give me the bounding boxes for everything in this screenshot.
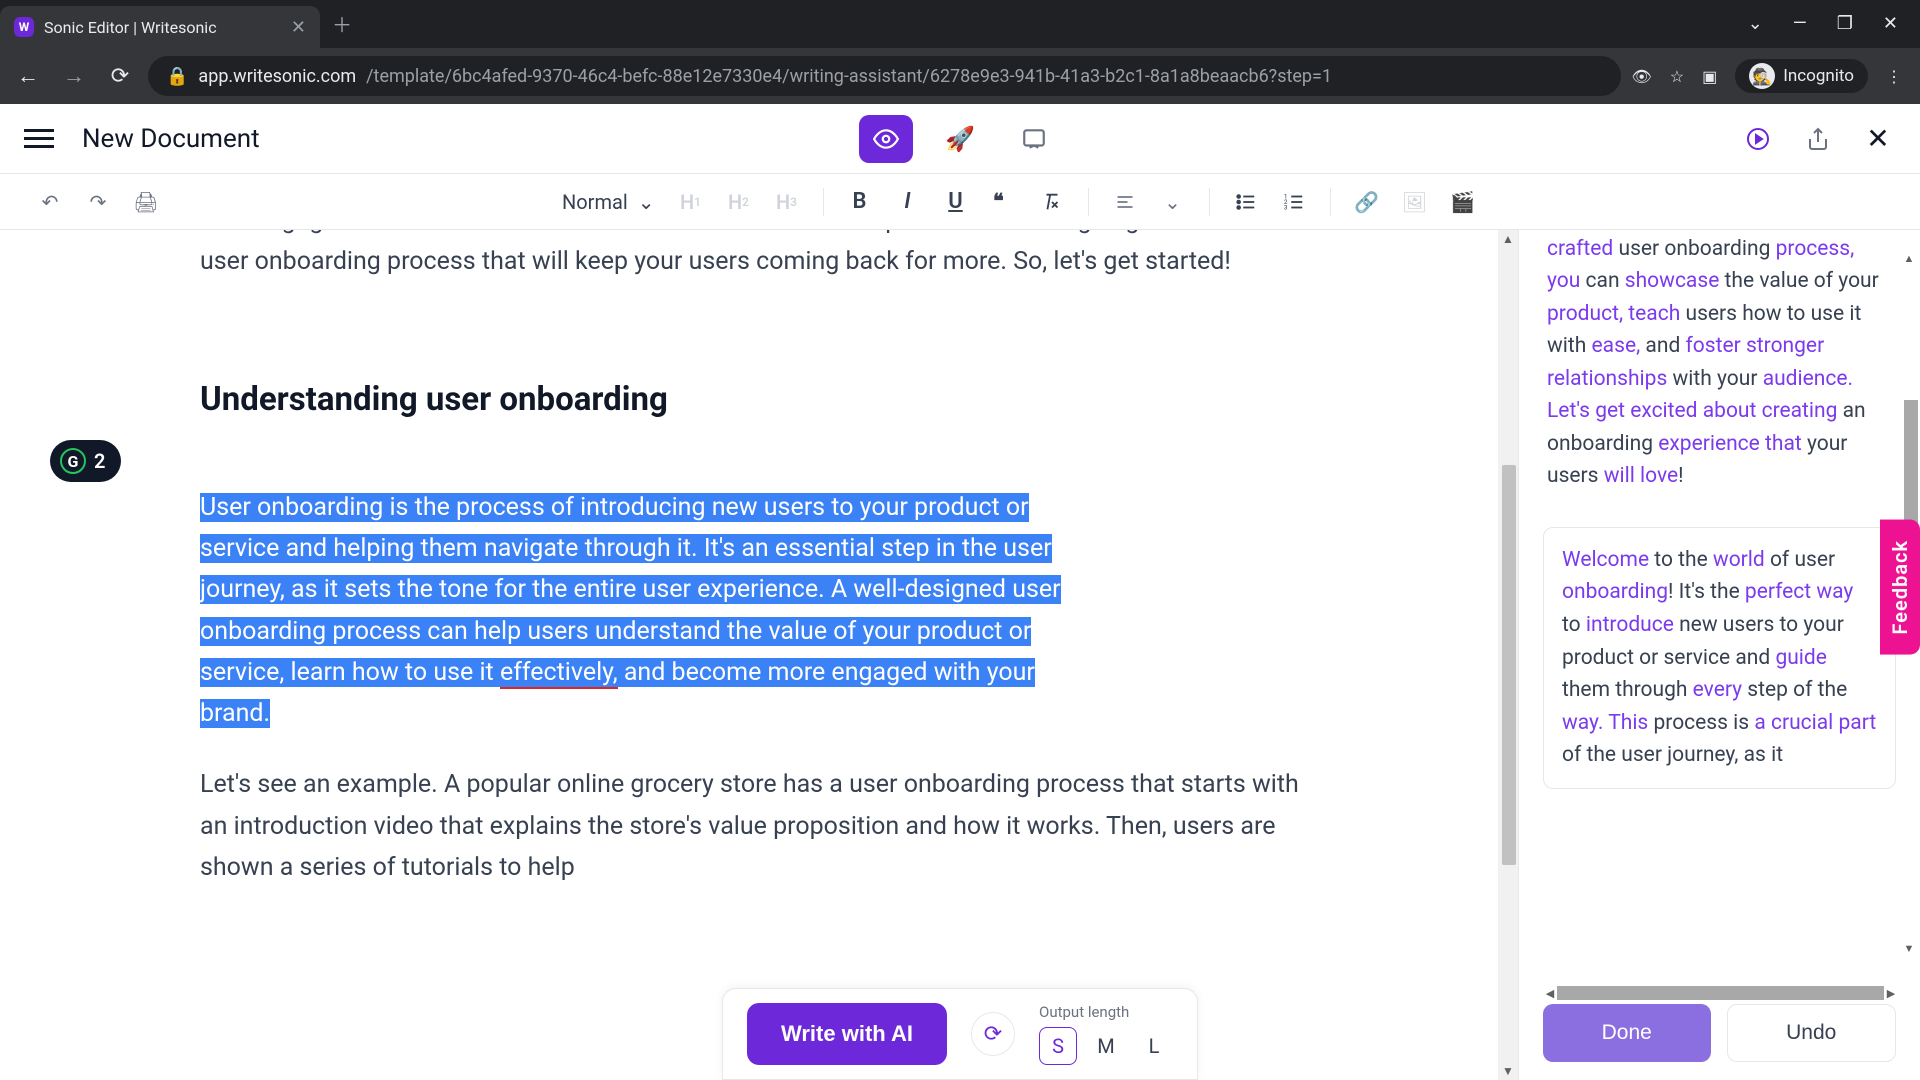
tab-title: Sonic Editor | Writesonic: [44, 18, 281, 37]
chevron-down-icon: ⌄: [638, 190, 655, 214]
output-length-s[interactable]: S: [1039, 1027, 1077, 1065]
undo-icon[interactable]: ↶: [32, 184, 68, 220]
lock-icon: 🔒: [166, 66, 188, 87]
video-button[interactable]: 🎬: [1445, 184, 1481, 220]
incognito-icon: 🕵: [1749, 63, 1775, 89]
suggestion-card-1[interactable]: of your entire brand. With a well-crafte…: [1543, 230, 1896, 493]
align-chevron-icon[interactable]: ⌄: [1155, 184, 1191, 220]
paragraph-cropped: user engagement and retention. We'll als…: [200, 230, 1318, 283]
close-editor-icon[interactable]: ✕: [1860, 121, 1896, 157]
output-length-m[interactable]: M: [1087, 1027, 1125, 1065]
suggestions-panel: of your entire brand. With a well-crafte…: [1518, 230, 1920, 1080]
undo-button[interactable]: Undo: [1727, 1004, 1897, 1062]
chat-button[interactable]: [1007, 115, 1061, 163]
kebab-menu-icon[interactable]: ⋮: [1886, 67, 1902, 86]
url-path: /template/6bc4afed-9370-46c4-befc-88e12e…: [366, 66, 1332, 87]
redo-icon[interactable]: ↷: [80, 184, 116, 220]
nav-back-icon[interactable]: ←: [10, 58, 46, 94]
heading1-button[interactable]: H1: [673, 184, 709, 220]
panel-icon[interactable]: ▣: [1702, 67, 1717, 86]
link-button[interactable]: 🔗: [1349, 184, 1385, 220]
incognito-badge[interactable]: 🕵 Incognito: [1735, 59, 1868, 93]
image-button[interactable]: 🖼: [1397, 184, 1433, 220]
new-tab-button[interactable]: ＋: [332, 9, 352, 38]
output-length-l[interactable]: L: [1135, 1027, 1173, 1065]
print-icon[interactable]: 🖨: [128, 184, 164, 220]
url-input[interactable]: 🔒 app.writesonic.com/template/6bc4afed-9…: [148, 56, 1621, 96]
paragraph-style-select[interactable]: Normal ⌄: [556, 190, 661, 214]
window-controls: ⌄ ― ❐ ✕: [1748, 13, 1920, 48]
maximize-icon[interactable]: ❐: [1837, 13, 1853, 34]
rocket-button[interactable]: 🚀: [933, 115, 987, 163]
panel-scroll-up-icon[interactable]: ▲: [1902, 252, 1916, 266]
close-window-icon[interactable]: ✕: [1883, 13, 1898, 34]
hamburger-menu-icon[interactable]: [24, 129, 54, 148]
bookmark-star-icon[interactable]: ☆: [1670, 67, 1684, 86]
format-toolbar: ↶ ↷ 🖨 Normal ⌄ H1 H2 H3 B I U ❝ ⌄ 123 🔗 …: [0, 174, 1920, 230]
address-bar: ← → ⟳ 🔒 app.writesonic.com/template/6bc4…: [0, 48, 1920, 104]
nav-reload-icon[interactable]: ⟳: [102, 58, 138, 94]
feedback-tab[interactable]: Feedback: [1880, 520, 1920, 655]
preview-button[interactable]: [859, 115, 913, 163]
editor-scroll-thumb[interactable]: [1502, 465, 1516, 865]
panel-hscrollbar[interactable]: ◀ ▶: [1543, 984, 1898, 1002]
panel-scroll-right-icon[interactable]: ▶: [1884, 986, 1898, 1000]
selected-paragraph: User onboarding is the process of introd…: [200, 487, 1318, 735]
scroll-up-icon[interactable]: ▲: [1501, 232, 1515, 246]
share-icon[interactable]: [1800, 121, 1836, 157]
svg-text:❝: ❝: [993, 191, 1004, 213]
document-title[interactable]: New Document: [82, 124, 260, 154]
numbered-list-button[interactable]: 123: [1276, 184, 1312, 220]
quote-button[interactable]: ❝: [986, 184, 1022, 220]
output-length-label: Output length: [1039, 1003, 1173, 1021]
suggestion-card-2[interactable]: Welcome to the world of user onboarding!…: [1543, 527, 1896, 789]
bold-button[interactable]: B: [842, 184, 878, 220]
clear-format-button[interactable]: [1034, 184, 1070, 220]
ai-write-bar: Write with AI ⟳ Output length S M L: [722, 988, 1198, 1080]
underline-button[interactable]: U: [938, 184, 974, 220]
panel-scroll-down-icon[interactable]: ▼: [1902, 942, 1916, 956]
grammar-count: 2: [94, 449, 105, 473]
browser-tab-strip: W Sonic Editor | Writesonic ✕ ＋ ⌄ ― ❐ ✕: [0, 0, 1920, 48]
nav-forward-icon: →: [56, 58, 92, 94]
align-button[interactable]: [1107, 184, 1143, 220]
italic-button[interactable]: I: [890, 184, 926, 220]
heading2-button[interactable]: H2: [721, 184, 757, 220]
browser-tab[interactable]: W Sonic Editor | Writesonic ✕: [0, 6, 320, 48]
scroll-down-icon[interactable]: ▼: [1501, 1064, 1515, 1078]
app-header: New Document 🚀 ✕: [0, 104, 1920, 174]
heading3-button[interactable]: H3: [769, 184, 805, 220]
favicon-icon: W: [14, 17, 34, 37]
tab-dropdown-icon[interactable]: ⌄: [1748, 13, 1763, 34]
url-host: app.writesonic.com: [198, 66, 356, 87]
refresh-icon[interactable]: ⟳: [971, 1012, 1015, 1056]
grammar-badge[interactable]: G 2: [50, 440, 121, 482]
panel-hscroll-thumb[interactable]: [1557, 986, 1884, 1000]
paragraph-example: Let's see an example. A popular online g…: [200, 764, 1318, 888]
section-heading: Understanding user onboarding: [200, 373, 1318, 427]
grammar-circle-icon: G: [60, 448, 86, 474]
panel-scroll-left-icon[interactable]: ◀: [1543, 986, 1557, 1000]
editor-content[interactable]: user engagement and retention. We'll als…: [0, 230, 1518, 1080]
bullet-list-button[interactable]: [1228, 184, 1264, 220]
svg-text:3: 3: [1283, 203, 1287, 211]
eye-blocked-icon[interactable]: 👁: [1631, 67, 1651, 86]
write-with-ai-button[interactable]: Write with AI: [747, 1003, 947, 1065]
done-button[interactable]: Done: [1543, 1004, 1711, 1062]
editor-scrollbar[interactable]: ▲ ▼: [1498, 230, 1518, 1080]
play-circle-icon[interactable]: [1740, 121, 1776, 157]
minimize-icon[interactable]: ―: [1793, 13, 1807, 34]
tab-close-icon[interactable]: ✕: [291, 17, 306, 38]
